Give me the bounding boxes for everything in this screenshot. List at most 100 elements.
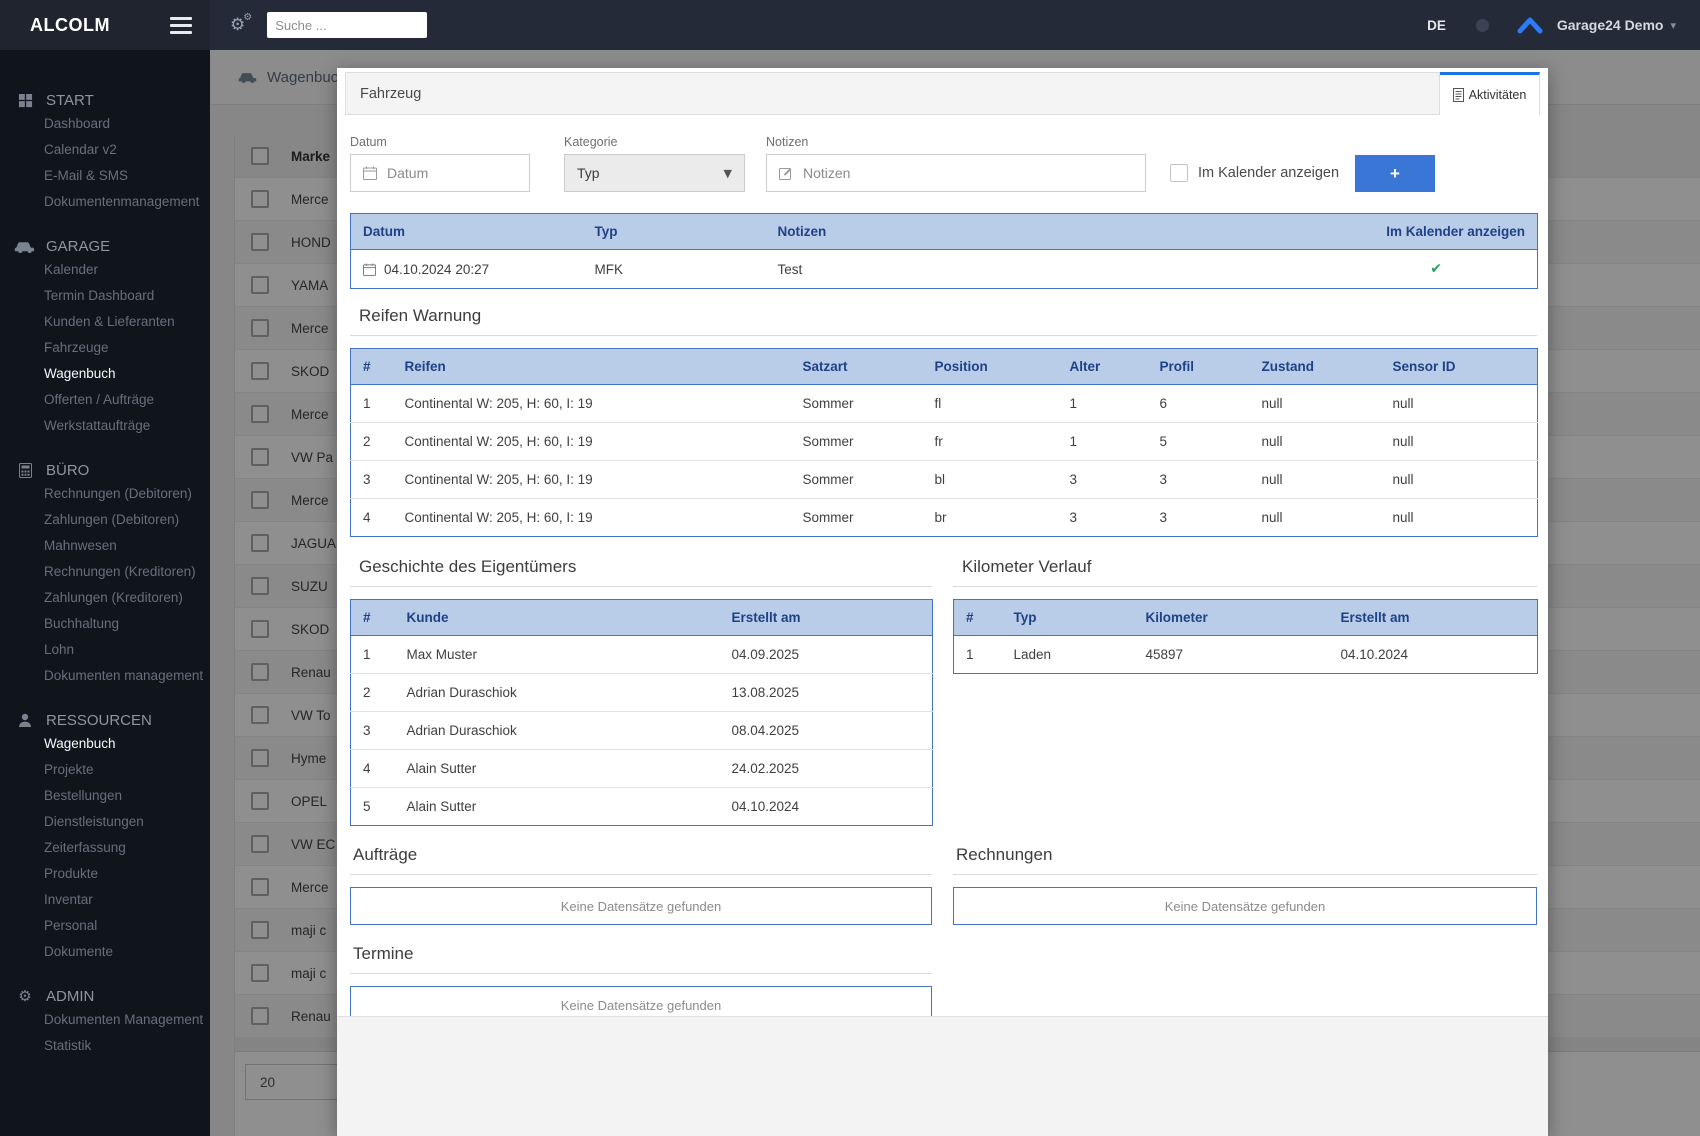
table-row[interactable]: 1 Laden 45897 04.10.2024: [954, 636, 1538, 674]
sidebar-section-start[interactable]: START: [0, 90, 210, 111]
sidebar-item-werkstattauftr-ge[interactable]: Werkstattaufträge: [0, 413, 210, 439]
sidebar-item-wagenbuch[interactable]: Wagenbuch: [0, 361, 210, 387]
table-row[interactable]: 3 Adrian Duraschiok 08.04.2025: [350, 711, 933, 750]
sidebar-item-kunden-lieferanten[interactable]: Kunden & Lieferanten: [0, 309, 210, 335]
section-title: Aufträge: [353, 845, 418, 864]
notizen-label: Notizen: [766, 135, 809, 149]
notizen-cell: Test: [777, 261, 803, 277]
sidebar-item-personal[interactable]: Personal: [0, 913, 210, 939]
table-cell: 3: [1147, 498, 1250, 537]
sidebar-section-b-ro[interactable]: BÜRO: [0, 460, 210, 481]
sidebar-section-admin[interactable]: ⚙ ADMIN: [0, 986, 210, 1007]
sidebar-item-inventar[interactable]: Inventar: [0, 887, 210, 913]
sidebar-section-label: START: [46, 92, 94, 109]
section-title: Reifen Warnung: [359, 306, 482, 325]
sidebar-item-offerten-auftr-ge[interactable]: Offerten / Aufträge: [0, 387, 210, 413]
tab-aktivitaeten[interactable]: Aktivitäten: [1440, 72, 1540, 115]
sidebar-item-kalender[interactable]: Kalender: [0, 257, 210, 283]
sidebar-item-dokumenten-management[interactable]: Dokumenten management: [0, 663, 210, 689]
settings-gears-icon[interactable]: ⚙ ⚙: [230, 12, 252, 34]
table-header-row: # Kunde Erstellt am: [350, 599, 933, 636]
datum-field-wrap: [350, 154, 530, 192]
hamburger-menu-icon[interactable]: [168, 13, 194, 38]
sidebar-item-dienstleistungen[interactable]: Dienstleistungen: [0, 809, 210, 835]
table-cell: 3: [1057, 498, 1148, 537]
kategorie-select[interactable]: Typ ▼: [564, 154, 745, 192]
sidebar-section-garage[interactable]: GARAGE: [0, 236, 210, 257]
table-row[interactable]: 1 Continental W: 205, H: 60, I: 19 Sommer f…: [351, 385, 1538, 423]
table-row[interactable]: 2 Adrian Duraschiok 13.08.2025: [350, 673, 933, 712]
sidebar-item-produkte[interactable]: Produkte: [0, 861, 210, 887]
table-cell: bl: [922, 460, 1058, 499]
sidebar-section: START Dashboard Calendar v2 E-Mail & SMS Dok…: [0, 90, 210, 215]
sidebar-item-statistik[interactable]: Statistik: [0, 1033, 210, 1059]
account-menu[interactable]: Garage24 Demo: [1557, 17, 1664, 33]
add-activity-button[interactable]: +: [1355, 155, 1435, 192]
sidebar-item-projekte[interactable]: Projekte: [0, 757, 210, 783]
person-icon: [14, 713, 36, 728]
table-row[interactable]: 2 Continental W: 205, H: 60, I: 19 Sommer f…: [350, 422, 1538, 461]
sidebar: ALCOLM START Dashboard Calendar v2 E-Mail &…: [0, 0, 210, 1136]
sidebar-item-rechnungen-kreditoren[interactable]: Rechnungen (Kreditoren): [0, 559, 210, 585]
table-cell: 5: [1147, 422, 1250, 461]
table-cell: 3: [1057, 460, 1148, 499]
sidebar-item-e-mail-sms[interactable]: E-Mail & SMS: [0, 163, 210, 189]
datum-input[interactable]: [351, 155, 529, 191]
table-cell: 45897: [1145, 647, 1184, 662]
kategorie-select-value: Typ: [577, 165, 600, 181]
datum-cell: 04.10.2024 20:27: [351, 250, 583, 289]
sidebar-item-fahrzeuge[interactable]: Fahrzeuge: [0, 335, 210, 361]
notizen-input[interactable]: [767, 155, 1145, 191]
language-selector[interactable]: DE: [1427, 18, 1446, 33]
sidebar-item-dokumentenmanagement[interactable]: Dokumentenmanagement: [0, 189, 210, 215]
sidebar-item-lohn[interactable]: Lohn: [0, 637, 210, 663]
table-cell: Continental W: 205, H: 60, I: 19: [392, 460, 791, 499]
table-row[interactable]: 4 Alain Sutter 24.02.2025: [350, 749, 933, 788]
sidebar-item-termin-dashboard[interactable]: Termin Dashboard: [0, 283, 210, 309]
table-cell: fl: [934, 396, 942, 411]
table-row[interactable]: 3 Continental W: 205, H: 60, I: 19 Sommer b…: [350, 460, 1538, 499]
sidebar-item-dashboard[interactable]: Dashboard: [0, 111, 210, 137]
search-input[interactable]: [267, 12, 428, 38]
col-position: Position: [922, 348, 1058, 385]
table-cell: Alain Sutter: [394, 787, 720, 826]
table-cell: null: [1380, 460, 1538, 499]
sidebar-item-wagenbuch[interactable]: Wagenbuch: [0, 731, 210, 757]
sidebar-section-ressourcen[interactable]: RESSOURCEN: [0, 710, 210, 731]
kalender-checkbox[interactable]: [1170, 164, 1188, 182]
rechnungen-empty-box: Keine Datensätze gefunden: [953, 887, 1537, 925]
sidebar-section-label: BÜRO: [46, 462, 90, 479]
typ-cell: MFK: [594, 261, 624, 277]
datum-label: Datum: [350, 135, 387, 149]
gear-icon: ⚙: [18, 987, 32, 1005]
tab-fahrzeug[interactable]: Fahrzeug: [345, 72, 1440, 115]
chevron-down-icon: ▾: [1670, 18, 1676, 32]
sidebar-item-buchhaltung[interactable]: Buchhaltung: [0, 611, 210, 637]
section-title: Geschichte des Eigentümers: [359, 557, 577, 576]
sidebar-item-zahlungen-kreditoren[interactable]: Zahlungen (Kreditoren): [0, 585, 210, 611]
table-row[interactable]: 5 Alain Sutter 04.10.2024: [350, 787, 933, 826]
table-row[interactable]: 1 Max Muster 04.09.2025: [351, 636, 933, 674]
sidebar-item-calendar-v2[interactable]: Calendar v2: [0, 137, 210, 163]
calendar-icon: [363, 262, 376, 276]
section-termine-header: Termine: [350, 944, 932, 974]
col-kilometer: Kilometer: [1133, 599, 1329, 636]
sidebar-item-zahlungen-debitoren[interactable]: Zahlungen (Debitoren): [0, 507, 210, 533]
activity-row[interactable]: 04.10.2024 20:27 MFK Test ✔: [351, 250, 1538, 289]
topbar-right: DE Garage24 Demo ▾: [1427, 16, 1700, 34]
table-row[interactable]: 4 Continental W: 205, H: 60, I: 19 Sommer b…: [350, 498, 1538, 537]
check-icon: ✔: [1430, 261, 1442, 277]
sidebar-item-zeiterfassung[interactable]: Zeiterfassung: [0, 835, 210, 861]
col-datum: Datum: [350, 213, 583, 250]
sidebar-item-dokumenten-management[interactable]: Dokumenten Management: [0, 1007, 210, 1033]
table-cell: null: [1249, 460, 1381, 499]
sidebar-section: GARAGE Kalender Termin Dashboard Kunden & L…: [0, 236, 210, 439]
topbar: ⚙⚙ DE Garage24 Demo ▾: [210, 0, 1700, 50]
table-cell: 04.10.2024: [1340, 647, 1409, 662]
table-cell: Sommer: [790, 460, 923, 499]
sidebar-item-rechnungen-debitoren[interactable]: Rechnungen (Debitoren): [0, 481, 210, 507]
sidebar-item-mahnwesen[interactable]: Mahnwesen: [0, 533, 210, 559]
sidebar-item-bestellungen[interactable]: Bestellungen: [0, 783, 210, 809]
chevron-down-icon: ▼: [723, 166, 732, 180]
sidebar-item-dokumente[interactable]: Dokumente: [0, 939, 210, 965]
